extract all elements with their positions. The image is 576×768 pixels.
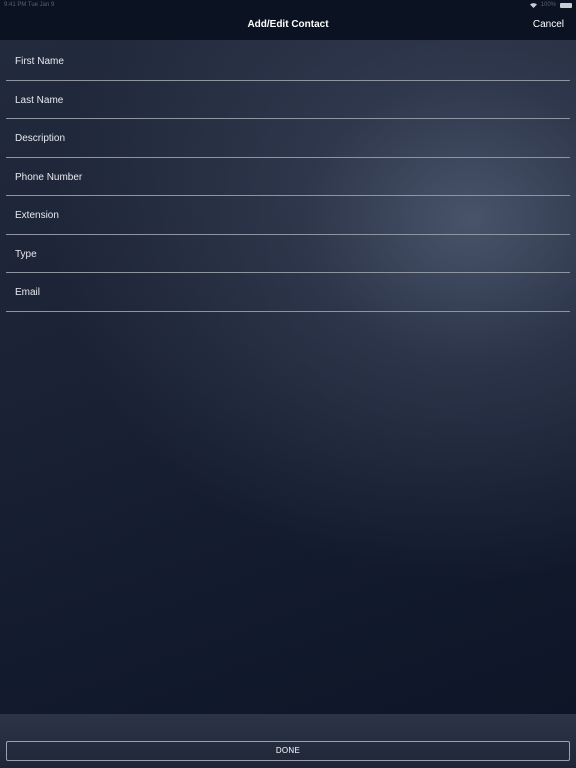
battery-percent: 100% <box>540 2 556 8</box>
contact-form <box>6 42 570 312</box>
battery-icon <box>560 2 572 8</box>
navigation-bar: Add/Edit Contact Cancel <box>0 12 576 40</box>
last-name-row <box>6 81 570 119</box>
first-name-row <box>6 42 570 81</box>
email-field[interactable] <box>15 287 555 298</box>
status-bar: 9:41 PM Tue Jan 9 100% <box>0 0 576 12</box>
first-name-field[interactable] <box>15 56 555 67</box>
extension-row <box>6 196 570 235</box>
type-field[interactable] <box>15 248 555 260</box>
bottom-bar: DONE <box>0 714 576 768</box>
status-indicators: 100% <box>529 2 572 8</box>
wifi-icon <box>529 2 537 8</box>
status-time: 9:41 PM Tue Jan 9 <box>4 2 55 8</box>
page-title: Add/Edit Contact <box>247 19 329 30</box>
last-name-field[interactable] <box>15 94 555 106</box>
description-field[interactable] <box>15 133 555 144</box>
email-row <box>6 273 570 312</box>
cancel-button[interactable]: Cancel <box>533 19 564 30</box>
done-button[interactable]: DONE <box>6 741 570 761</box>
phone-number-field[interactable] <box>15 171 555 183</box>
type-row <box>6 235 570 273</box>
phone-number-row <box>6 158 570 196</box>
description-row <box>6 119 570 158</box>
extension-field[interactable] <box>15 210 555 221</box>
